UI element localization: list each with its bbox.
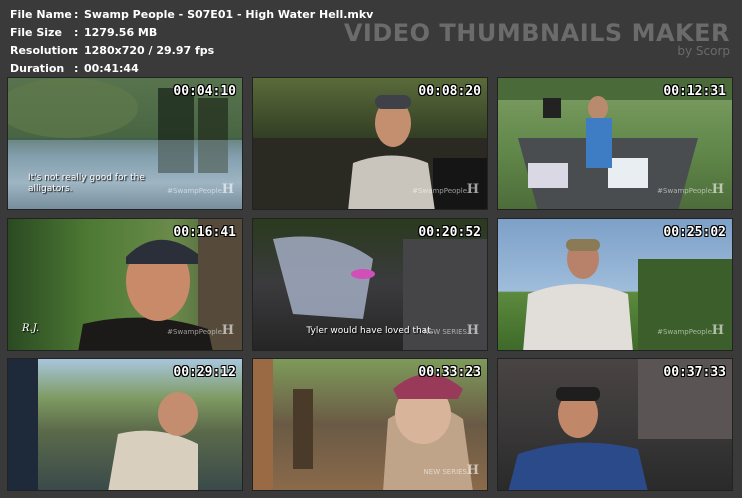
thumbnail-6[interactable]: 00:25:02 #SwampPeople H: [497, 218, 733, 351]
file-info-panel: File Name: Swamp People - S07E01 - High W…: [10, 6, 373, 78]
file-name-label: File Name: [10, 8, 72, 21]
timestamp: 00:16:41: [173, 225, 236, 240]
resolution-label: Resolution: [10, 44, 77, 57]
history-logo-icon: H: [711, 182, 724, 197]
thumbnail-9[interactable]: 00:37:33: [497, 358, 733, 491]
colon: :: [74, 44, 79, 57]
history-logo-icon: H: [711, 323, 724, 338]
duration-label: Duration: [10, 62, 65, 75]
history-logo-icon: H: [466, 463, 479, 478]
thumbnail-3[interactable]: 00:12:31 #SwampPeople H: [497, 77, 733, 210]
history-logo-icon: H: [466, 182, 479, 197]
history-logo-icon: H: [466, 323, 479, 338]
subtitle-caption: It's not really good for the alligators.: [28, 173, 145, 194]
channel-bug: NEW SERIES: [423, 328, 467, 336]
thumbnail-4[interactable]: 00:16:41 R.J. #SwampPeople H: [7, 218, 243, 351]
thumbnail-7[interactable]: 00:29:12: [7, 358, 243, 491]
channel-bug: #SwampPeople: [657, 328, 712, 336]
history-logo-icon: H: [221, 182, 234, 197]
channel-bug: #SwampPeople: [167, 187, 222, 195]
thumbnail-2[interactable]: 00:08:20 #SwampPeople H: [252, 77, 488, 210]
thumbnail-8[interactable]: 00:33:23 NEW SERIES H: [252, 358, 488, 491]
colon: :: [74, 8, 79, 21]
duration-value: 00:41:44: [84, 62, 139, 75]
channel-bug: #SwampPeople: [657, 187, 712, 195]
file-size-row: File Size:1279.56 MB: [10, 24, 373, 42]
brand-title: VIDEO THUMBNAILS MAKER: [343, 19, 730, 47]
file-name-row: File Name: Swamp People - S07E01 - High W…: [10, 6, 373, 24]
colon: :: [74, 62, 79, 75]
timestamp: 00:20:52: [418, 225, 481, 240]
timestamp: 00:04:10: [173, 84, 236, 99]
channel-bug: #SwampPeople: [412, 187, 467, 195]
channel-bug: #SwampPeople: [167, 328, 222, 336]
file-size-label: File Size: [10, 26, 62, 39]
resolution-row: Resolution: 1280x720 / 29.97 fps: [10, 42, 373, 60]
channel-bug: NEW SERIES: [423, 468, 467, 476]
timestamp: 00:08:20: [418, 84, 481, 99]
colon: :: [74, 26, 79, 39]
timestamp: 00:12:31: [663, 84, 726, 99]
file-size-value: 1279.56 MB: [84, 26, 158, 39]
timestamp: 00:29:12: [173, 365, 236, 380]
timestamp: 00:33:23: [418, 365, 481, 380]
timestamp: 00:25:02: [663, 225, 726, 240]
history-logo-icon: H: [221, 323, 234, 338]
duration-row: Duration:00:41:44: [10, 60, 373, 78]
timestamp: 00:37:33: [663, 365, 726, 380]
file-name-value: Swamp People - S07E01 - High Water Hell.…: [84, 8, 374, 21]
brand-watermark: VIDEO THUMBNAILS MAKER by Scorp: [344, 20, 730, 58]
name-tag: R.J.: [22, 323, 40, 334]
thumbnail-5[interactable]: 00:20:52 Tyler would have loved that. NE…: [252, 218, 488, 351]
resolution-value: 1280x720 / 29.97 fps: [84, 44, 215, 57]
thumbnail-1[interactable]: 00:04:10 It's not really good for the al…: [7, 77, 243, 210]
